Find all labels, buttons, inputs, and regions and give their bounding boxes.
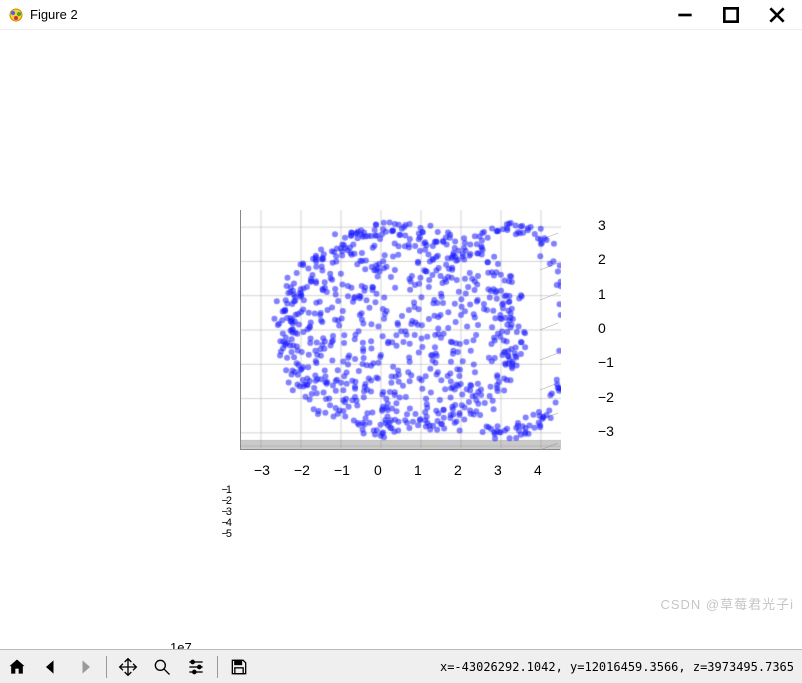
home-button[interactable]: [3, 653, 31, 681]
navigation-toolbar: x=-43026292.1042, y=12016459.3566, z=397…: [0, 649, 802, 683]
zoom-button[interactable]: [148, 653, 176, 681]
z-tick: −1: [598, 354, 614, 370]
toolbar-separator: [217, 656, 218, 678]
back-button[interactable]: [37, 653, 65, 681]
pan-button[interactable]: [114, 653, 142, 681]
x-tick: 4: [534, 462, 542, 478]
forward-button[interactable]: [71, 653, 99, 681]
window-close-button[interactable]: [754, 0, 800, 30]
figure-canvas[interactable]: −3−2−10123 −3−2−101234 −1 −2 −3 −4 −5 1e…: [0, 30, 802, 649]
z-tick: 1: [598, 286, 606, 302]
watermark-text: CSDN @草莓君光子i: [660, 594, 794, 613]
window-title: Figure 2: [30, 7, 662, 22]
cursor-coordinates: x=-43026292.1042, y=12016459.3566, z=397…: [256, 660, 802, 674]
x-tick: 0: [374, 462, 382, 478]
window-titlebar: Figure 2: [0, 0, 802, 30]
x-tick: −2: [294, 462, 310, 478]
app-icon: [8, 7, 24, 23]
x-tick: 2: [454, 462, 462, 478]
z-tick: 0: [598, 320, 606, 336]
window-maximize-button[interactable]: [708, 0, 754, 30]
window-minimize-button[interactable]: [662, 0, 708, 30]
x-tick: −1: [334, 462, 350, 478]
axes-3d[interactable]: −3−2−10123 −3−2−101234 −1 −2 −3 −4 −5: [240, 210, 600, 510]
z-tick: 3: [598, 217, 606, 233]
x-tick: −3: [254, 462, 270, 478]
z-tick: −2: [598, 389, 614, 405]
plot-box: [240, 210, 560, 450]
configure-subplots-button[interactable]: [182, 653, 210, 681]
toolbar-separator: [106, 656, 107, 678]
scatter-canvas: [241, 210, 561, 450]
save-button[interactable]: [225, 653, 253, 681]
z-tick: 2: [598, 251, 606, 267]
x-tick: 3: [494, 462, 502, 478]
z-tick: −3: [598, 423, 614, 439]
x-tick: 1: [414, 462, 422, 478]
y-depth-tick-cluster: −1 −2 −3 −4 −5: [200, 485, 230, 540]
